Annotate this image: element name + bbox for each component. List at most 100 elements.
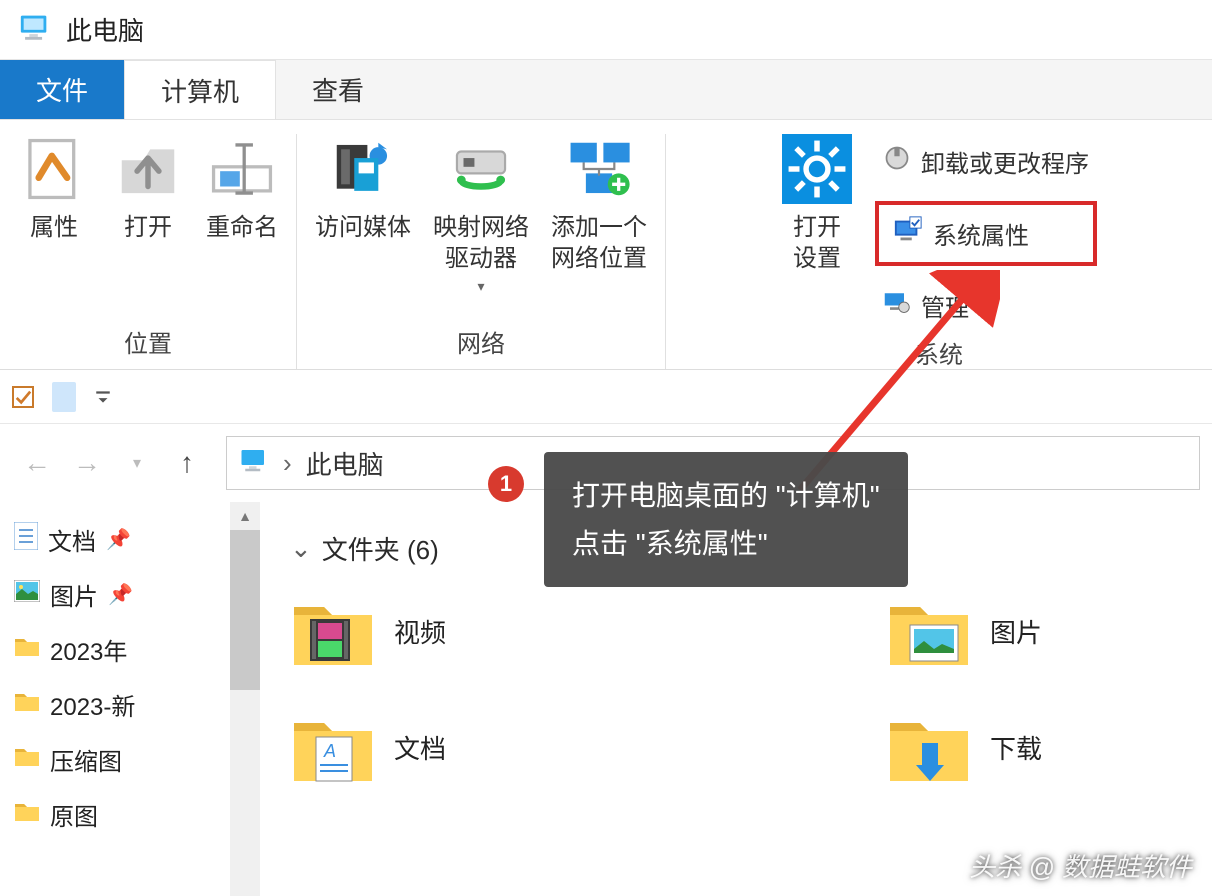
map-drive-button[interactable]: 映射网络 驱动器 ▾ bbox=[433, 134, 529, 295]
chevron-down-icon: ⌄ bbox=[290, 533, 312, 564]
access-media-button[interactable]: 访问媒体 bbox=[315, 134, 411, 295]
group-title-system: 系统 bbox=[915, 327, 963, 370]
folder-pictures[interactable]: 图片 bbox=[886, 593, 1182, 669]
rename-label: 重命名 bbox=[206, 212, 278, 243]
nav-back-button[interactable]: ← bbox=[12, 438, 62, 488]
breadcrumb-this-pc[interactable]: 此电脑 bbox=[306, 445, 384, 482]
group-title-location: 位置 bbox=[124, 316, 172, 359]
add-location-label: 添加一个 网络位置 bbox=[551, 212, 647, 274]
annotation-line1: 打开电脑桌面的 "计算机" bbox=[572, 472, 880, 520]
qat-properties-icon[interactable] bbox=[12, 386, 34, 408]
system-properties-link[interactable]: 系统属性 bbox=[875, 201, 1097, 266]
map-drive-label: 映射网络 驱动器 bbox=[433, 212, 529, 274]
settings-icon bbox=[782, 134, 852, 204]
ribbon-tabs: 文件 计算机 查看 bbox=[0, 60, 1212, 120]
section-title: 文件夹 (6) bbox=[322, 530, 439, 567]
folder-icon bbox=[14, 745, 40, 774]
pin-icon: 📌 bbox=[108, 582, 133, 607]
sidebar-item-label: 文档 bbox=[48, 522, 96, 557]
tab-computer[interactable]: 计算机 bbox=[124, 60, 276, 119]
properties-label: 属性 bbox=[30, 212, 78, 243]
folder-label: 文档 bbox=[394, 729, 446, 766]
nav-forward-button[interactable]: → bbox=[62, 438, 112, 488]
svg-text:A: A bbox=[323, 741, 336, 761]
window-title: 此电脑 bbox=[66, 11, 144, 48]
pin-icon: 📌 bbox=[106, 527, 131, 552]
map-drive-icon bbox=[446, 134, 516, 204]
sidebar-item-label: 2023年 bbox=[50, 632, 127, 667]
sidebar-item-folder[interactable]: 2023年 bbox=[10, 622, 230, 677]
sidebar-item-label: 2023-新 bbox=[50, 687, 135, 722]
sidebar-scrollbar[interactable]: ▲ bbox=[230, 502, 260, 896]
qat-page-icon[interactable] bbox=[52, 382, 76, 412]
uninstall-label: 卸载或更改程序 bbox=[921, 144, 1089, 179]
manage-icon bbox=[883, 288, 911, 323]
quick-access-toolbar bbox=[0, 370, 1212, 424]
sidebar-item-documents[interactable]: 文档 📌 bbox=[10, 512, 230, 567]
sidebar-item-label: 图片 bbox=[50, 577, 98, 612]
group-title-network: 网络 bbox=[457, 316, 505, 359]
rename-icon bbox=[207, 134, 277, 204]
folder-icon bbox=[14, 690, 40, 719]
annotation-tooltip: 打开电脑桌面的 "计算机" 点击 "系统属性" bbox=[544, 452, 908, 587]
folder-downloads[interactable]: 下载 bbox=[886, 709, 1182, 785]
sidebar-item-pictures[interactable]: 图片 📌 bbox=[10, 567, 230, 622]
breadcrumb-separator-icon[interactable]: › bbox=[283, 448, 292, 479]
folder-label: 视频 bbox=[394, 613, 446, 650]
picture-icon bbox=[14, 580, 40, 609]
ribbon: 属性 打开 重命名 位置 访问媒体 映射网络 驱动器 ▾ bbox=[0, 120, 1212, 370]
add-location-icon bbox=[564, 134, 634, 204]
sidebar-item-label: 原图 bbox=[50, 797, 98, 832]
videos-folder-icon bbox=[290, 593, 376, 669]
this-pc-icon bbox=[18, 10, 52, 49]
sidebar-item-folder[interactable]: 2023-新 bbox=[10, 677, 230, 732]
pictures-folder-icon bbox=[886, 593, 972, 669]
address-pc-icon bbox=[239, 445, 269, 482]
folder-videos[interactable]: 视频 bbox=[290, 593, 586, 669]
rename-button[interactable]: 重命名 bbox=[206, 134, 278, 243]
folder-label: 图片 bbox=[990, 613, 1042, 650]
dropdown-icon: ▾ bbox=[477, 278, 484, 295]
tab-view[interactable]: 查看 bbox=[276, 60, 400, 119]
downloads-folder-icon bbox=[886, 709, 972, 785]
watermark: 头杀 @ 数据蛙软件 bbox=[969, 847, 1192, 884]
manage-link[interactable]: 管理 bbox=[875, 284, 1097, 327]
scroll-thumb[interactable] bbox=[230, 530, 260, 690]
open-settings-label: 打开 设置 bbox=[793, 212, 841, 274]
sidebar-item-folder[interactable]: 压缩图 bbox=[10, 732, 230, 787]
nav-recent-dropdown[interactable]: ▾ bbox=[112, 438, 162, 488]
folder-label: 下载 bbox=[990, 729, 1042, 766]
uninstall-icon bbox=[883, 144, 911, 179]
properties-icon bbox=[19, 134, 89, 204]
scroll-up-icon[interactable]: ▲ bbox=[230, 502, 260, 530]
add-network-location-button[interactable]: 添加一个 网络位置 bbox=[551, 134, 647, 295]
document-icon bbox=[14, 522, 38, 557]
navigation-pane: 文档 📌 图片 📌 2023年 2023-新 压缩图 原图 bbox=[0, 502, 230, 896]
open-settings-button[interactable]: 打开 设置 bbox=[781, 134, 853, 274]
ribbon-group-location: 属性 打开 重命名 位置 bbox=[0, 134, 297, 369]
open-button[interactable]: 打开 bbox=[112, 134, 184, 243]
qat-dropdown-icon[interactable] bbox=[94, 388, 112, 406]
system-properties-label: 系统属性 bbox=[933, 216, 1029, 251]
uninstall-programs-link[interactable]: 卸载或更改程序 bbox=[875, 140, 1097, 183]
tab-file[interactable]: 文件 bbox=[0, 60, 124, 119]
folder-documents[interactable]: A 文档 bbox=[290, 709, 586, 785]
ribbon-group-network: 访问媒体 映射网络 驱动器 ▾ 添加一个 网络位置 网络 bbox=[297, 134, 666, 369]
system-properties-icon bbox=[893, 215, 923, 252]
properties-button[interactable]: 属性 bbox=[18, 134, 90, 243]
access-media-icon bbox=[328, 134, 398, 204]
titlebar: 此电脑 bbox=[0, 0, 1212, 60]
documents-folder-icon: A bbox=[290, 709, 376, 785]
sidebar-item-folder[interactable]: 原图 bbox=[10, 787, 230, 842]
folder-icon bbox=[14, 800, 40, 829]
ribbon-group-system: 打开 设置 卸载或更改程序 系统属性 管理 系统 bbox=[666, 134, 1212, 369]
open-label: 打开 bbox=[124, 212, 172, 243]
manage-label: 管理 bbox=[921, 288, 969, 323]
annotation-line2: 点击 "系统属性" bbox=[572, 520, 880, 568]
annotation-step-badge: 1 bbox=[488, 466, 524, 502]
access-media-label: 访问媒体 bbox=[315, 212, 411, 243]
sidebar-item-label: 压缩图 bbox=[50, 742, 122, 777]
folder-icon bbox=[14, 635, 40, 664]
nav-up-button[interactable]: ↑ bbox=[162, 438, 212, 488]
open-icon bbox=[113, 134, 183, 204]
